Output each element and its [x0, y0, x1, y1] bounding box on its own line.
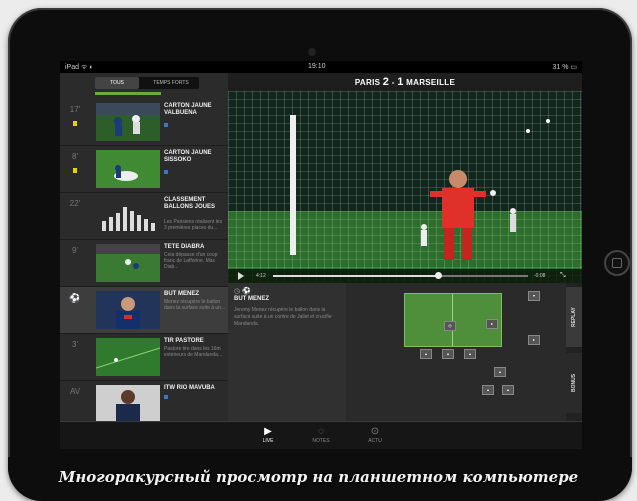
- event-title: CLASSEMENT BALLONS JOUES: [164, 197, 216, 210]
- away-score: 1: [397, 76, 404, 88]
- video-controls: 4:12 -0:08 ⤡: [228, 269, 582, 283]
- elapsed-time: 4:12: [256, 273, 266, 279]
- seek-handle[interactable]: [435, 272, 442, 279]
- nav-news[interactable]: ⊙ ACTU: [355, 426, 395, 444]
- event-title: CARTON JAUNE SISSOKO: [164, 150, 212, 163]
- filter-segmented-control: TOUS TEMPS FORTS: [95, 77, 199, 89]
- app-screen: iPad ᯤ ◐ 19:10 31 % ▭ TOUS TEMPS FORTS 1…: [60, 61, 582, 449]
- yellow-card-icon: [73, 168, 77, 173]
- goal-icon: ⚽: [69, 293, 81, 303]
- home-score: 2: [382, 76, 390, 88]
- side-tabs: REPLAY BONUS: [566, 283, 582, 421]
- notes-icon: ◌: [318, 426, 324, 437]
- status-left: iPad ᯤ ◐: [65, 64, 94, 71]
- bottom-tab-bar: ▶ LIVE ◌ NOTES ⊙ ACTU: [60, 421, 582, 449]
- event-title: ITW RIO MAVUBA: [164, 385, 215, 391]
- tab-all[interactable]: TOUS: [95, 77, 139, 89]
- camera-angle-icon[interactable]: ▸: [486, 319, 498, 329]
- camera-angle-icon[interactable]: ▴: [502, 385, 514, 395]
- event-minute: 3': [72, 340, 78, 349]
- video-badge-icon: [164, 170, 168, 174]
- event-detail-panel: ◷ ⚽ BUT MENEZ Jeremy Menez récupère le b…: [228, 283, 346, 421]
- event-minute: 22': [69, 199, 81, 208]
- video-badge-icon: [164, 123, 168, 127]
- event-thumbnail: [96, 103, 160, 141]
- camera-angle-icon[interactable]: ▾: [528, 291, 540, 301]
- event-title: TETE DIABRA: [164, 244, 205, 250]
- battery-indicator: 31 % ▭: [552, 64, 577, 71]
- event-summary: Menez récupère le ballon dans la surface…: [164, 299, 226, 311]
- goal-replay-frame: [228, 91, 582, 283]
- status-bar: iPad ᯤ ◐ 19:10 31 % ▭: [60, 61, 582, 73]
- scoreline: PARIS 2 - 1 MARSEILLE: [228, 73, 582, 91]
- camera-angle-icon[interactable]: ▴: [442, 349, 454, 359]
- event-summary: Cela dépasse d'un coup franc de Lafforin…: [164, 252, 218, 270]
- event-title: BUT MENEZ: [164, 291, 199, 297]
- tab-bonus[interactable]: BONUS: [566, 353, 582, 413]
- detail-body: Jeremy Menez récupère le ballon dans la …: [234, 307, 332, 327]
- nav-live[interactable]: ▶ LIVE: [248, 426, 288, 444]
- nav-notes[interactable]: ◌ NOTES: [301, 426, 341, 444]
- tab-highlights[interactable]: TEMPS FORTS: [143, 77, 199, 89]
- yellow-card-icon: [73, 121, 77, 126]
- event-thumbnail: [96, 385, 160, 423]
- event-summary: Les Parisiens réalisent les 3 premières …: [164, 219, 223, 231]
- event-item[interactable]: 8' CARTON JAUNE SISSOKO: [60, 146, 228, 193]
- event-minute: 8': [72, 152, 78, 161]
- event-item[interactable]: 22' CLASSEMENT BALLONS JOUES Les Parisie…: [60, 193, 228, 240]
- video-badge-icon: [164, 395, 168, 399]
- active-tab-indicator: [95, 92, 161, 95]
- event-minute: AV: [69, 387, 81, 396]
- clock-ball-icons: ◷ ⚽: [234, 288, 251, 295]
- home-team: PARIS: [354, 78, 381, 87]
- event-minute: 9': [72, 246, 78, 255]
- event-title: CARTON JAUNE VALBUENA: [164, 103, 212, 116]
- home-button[interactable]: [604, 250, 630, 276]
- camera-angle-icon[interactable]: ▴: [420, 349, 432, 359]
- event-thumbnail: [96, 150, 160, 188]
- remaining-time: -0:08: [534, 273, 546, 279]
- event-thumbnail: [96, 338, 160, 376]
- video-player[interactable]: [228, 91, 582, 283]
- away-team: MARSEILLE: [406, 78, 456, 87]
- camera-angle-icon[interactable]: ▸: [528, 335, 540, 345]
- match-header: PARIS 2 - 1 MARSEILLE: [228, 73, 582, 91]
- event-summary: Pastore tire dans les 16m extérieurs de …: [164, 346, 223, 358]
- score-separator: -: [391, 78, 395, 87]
- camera-angle-icon[interactable]: ◎: [444, 321, 456, 331]
- event-item-selected[interactable]: ⚽ BUT MENEZ Menez récupère le ballon dan…: [60, 287, 228, 334]
- event-thumbnail: [96, 291, 160, 329]
- event-item[interactable]: 3' TIR PASTORE Pastore tire dans les 16m…: [60, 334, 228, 381]
- camera-angle-icon[interactable]: ▴: [482, 385, 494, 395]
- event-sidebar: TOUS TEMPS FORTS 17' CARTON JAUNE VALBUE…: [60, 73, 228, 428]
- event-title: TIR PASTORE: [164, 338, 204, 344]
- tab-replay[interactable]: REPLAY: [566, 287, 582, 347]
- camera-angle-icon[interactable]: ▴: [464, 349, 476, 359]
- event-thumbnail: [96, 244, 160, 282]
- camera: [308, 48, 316, 56]
- camera-angle-selector: ◎ ▸ ▾ ▸ ▴ ▴ ▴ ▴ ▴ ▴: [346, 283, 566, 421]
- status-time: 19:10: [308, 63, 326, 70]
- nav-label: NOTES: [312, 438, 330, 444]
- nav-label: ACTU: [368, 438, 382, 444]
- event-item[interactable]: 9' TETE DIABRA Cela dépasse d'un coup fr…: [60, 240, 228, 287]
- play-icon[interactable]: [238, 272, 244, 280]
- news-icon: ⊙: [370, 426, 380, 437]
- bar-stats-icon: [96, 197, 160, 235]
- seek-progress: [273, 275, 439, 277]
- nav-label: LIVE: [262, 438, 274, 444]
- play-icon: ▶: [264, 426, 272, 437]
- detail-title: BUT MENEZ: [234, 296, 269, 302]
- camera-angle-icon[interactable]: ▴: [494, 367, 506, 377]
- caption: Многоракурсный просмотр на планшетном ко…: [58, 468, 579, 486]
- fullscreen-icon[interactable]: ⤡: [560, 272, 566, 280]
- event-minute: 17': [69, 105, 81, 114]
- event-item[interactable]: 17' CARTON JAUNE VALBUENA: [60, 99, 228, 146]
